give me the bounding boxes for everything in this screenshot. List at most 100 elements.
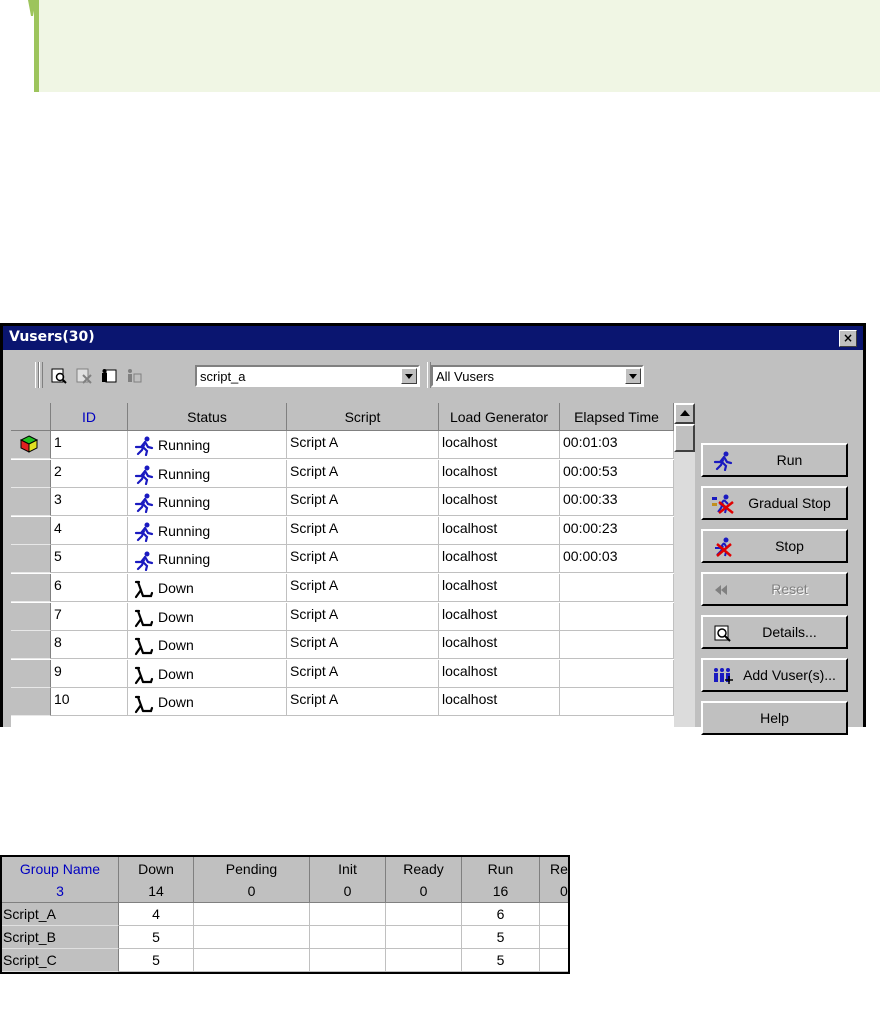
cell-status[interactable]: Down (128, 659, 287, 688)
row-selector[interactable] (11, 516, 51, 545)
group-name-cell[interactable]: Script_A (2, 903, 119, 926)
row-selector[interactable] (11, 459, 51, 488)
cell-load-generator[interactable]: localhost (439, 459, 560, 488)
groups-header-ready[interactable]: Ready 0 (386, 857, 462, 903)
toolbar-grip[interactable] (39, 362, 43, 388)
gradual-stop-button[interactable]: Gradual Stop (701, 486, 848, 520)
cell-load-generator[interactable]: localhost (439, 516, 560, 545)
group-init-cell[interactable] (310, 926, 386, 949)
window-titlebar[interactable]: Vusers(30) × (3, 326, 863, 350)
groups-header-name[interactable]: Group Name 3 (2, 857, 119, 903)
cell-status[interactable]: Down (128, 688, 287, 717)
group-rendezvous-cell[interactable] (540, 903, 568, 926)
details-button[interactable]: Details... (701, 615, 848, 649)
cell-status[interactable]: Running (128, 459, 287, 488)
table-row[interactable]: Script_A 4 6 (2, 903, 568, 926)
group-pending-cell[interactable] (194, 926, 310, 949)
column-header-status[interactable]: Status (128, 403, 287, 431)
table-row[interactable]: 2 Running Script Alocalhost 00:00:53 (11, 459, 674, 488)
filter-icon[interactable] (125, 367, 143, 385)
group-init-cell[interactable] (310, 972, 386, 974)
cell-status[interactable]: Running (128, 488, 287, 517)
column-header-elapsed-time[interactable]: Elapsed Time (560, 403, 674, 431)
cell-status[interactable]: Down (128, 574, 287, 602)
cell-script[interactable]: Script A (287, 688, 439, 717)
help-button[interactable]: Help (701, 701, 848, 735)
group-down-cell[interactable]: 5 (119, 926, 194, 949)
cell-load-generator[interactable]: localhost (439, 688, 560, 717)
row-selector[interactable] (11, 688, 51, 717)
row-selector[interactable] (11, 545, 51, 574)
cell-script[interactable]: Script A (287, 516, 439, 545)
row-selector[interactable] (11, 488, 51, 517)
vuser-filter-dropdown[interactable]: All Vusers (431, 365, 644, 387)
table-row[interactable]: 8 Down Script Alocalhost (11, 631, 674, 660)
table-row[interactable]: Script_B 5 5 (2, 926, 568, 949)
group-ready-cell[interactable] (386, 926, 462, 949)
table-row[interactable]: Script_C 5 5 (2, 949, 568, 972)
table-row[interactable]: 9 Down Script Alocalhost (11, 659, 674, 688)
cell-id[interactable]: 3 (51, 488, 128, 517)
cell-id[interactable]: 5 (51, 545, 128, 574)
add-vusers-button[interactable]: Add Vuser(s)... (701, 658, 848, 692)
group-pending-cell[interactable] (194, 972, 310, 974)
group-down-cell[interactable] (119, 972, 194, 974)
group-rendezvous-cell[interactable] (540, 926, 568, 949)
cell-elapsed-time[interactable]: 00:01:03 (560, 431, 674, 459)
row-selector[interactable] (11, 659, 51, 688)
cell-status[interactable]: Running (128, 431, 287, 459)
stop-button[interactable]: Stop (701, 529, 848, 563)
cell-script[interactable]: Script A (287, 631, 439, 660)
cell-load-generator[interactable]: localhost (439, 574, 560, 602)
column-header-script[interactable]: Script (287, 403, 439, 431)
cell-script[interactable]: Script A (287, 574, 439, 602)
cell-script[interactable]: Script A (287, 488, 439, 517)
vertical-scrollbar[interactable] (674, 403, 695, 727)
group-pending-cell[interactable] (194, 903, 310, 926)
scroll-up-icon[interactable] (674, 403, 695, 424)
group-name-cell[interactable]: Script_B (2, 926, 119, 949)
group-run-cell[interactable] (462, 972, 540, 974)
group-ready-cell[interactable] (386, 972, 462, 974)
table-row[interactable]: 10 Down Script Alocalhost (11, 688, 674, 717)
cell-id[interactable]: 10 (51, 688, 128, 717)
groups-header-run[interactable]: Run 16 (462, 857, 540, 903)
group-ready-cell[interactable] (386, 903, 462, 926)
group-init-cell[interactable] (310, 949, 386, 972)
group-down-cell[interactable]: 5 (119, 949, 194, 972)
table-row[interactable]: 1 Running Script Alocalhost 00:01:03 (11, 431, 674, 459)
group-run-cell[interactable]: 5 (462, 926, 540, 949)
group-init-cell[interactable] (310, 903, 386, 926)
cell-script[interactable]: Script A (287, 459, 439, 488)
table-row[interactable]: 5 Running Script Alocalhost 00:00:03 (11, 545, 674, 574)
close-icon[interactable]: × (839, 330, 857, 347)
column-header-id[interactable]: ID (51, 403, 128, 431)
run-button[interactable]: Run (701, 443, 848, 477)
cell-elapsed-time[interactable] (560, 574, 674, 602)
cell-id[interactable]: 8 (51, 631, 128, 660)
cell-elapsed-time[interactable] (560, 659, 674, 688)
table-row[interactable]: 6 Down Script Alocalhost (11, 574, 674, 602)
row-selector[interactable] (11, 431, 51, 459)
cell-status[interactable]: Down (128, 631, 287, 660)
groups-header-rendezvous[interactable]: Rende 0 (540, 857, 568, 903)
view-details-icon[interactable] (50, 367, 68, 385)
cell-id[interactable]: 4 (51, 516, 128, 545)
cell-elapsed-time[interactable] (560, 631, 674, 660)
chevron-down-icon[interactable] (401, 368, 417, 384)
table-row[interactable]: 7 Down Script Alocalhost (11, 602, 674, 631)
cell-script[interactable]: Script A (287, 431, 439, 459)
cell-elapsed-time[interactable] (560, 602, 674, 631)
group-name-cell[interactable] (2, 972, 119, 974)
cell-id[interactable]: 6 (51, 574, 128, 602)
groups-header-pending[interactable]: Pending 0 (194, 857, 310, 903)
scroll-thumb[interactable] (674, 424, 695, 452)
cell-load-generator[interactable]: localhost (439, 545, 560, 574)
table-row[interactable] (2, 972, 570, 974)
cell-elapsed-time[interactable]: 00:00:03 (560, 545, 674, 574)
groups-header-down[interactable]: Down 14 (119, 857, 194, 903)
cell-elapsed-time[interactable]: 00:00:23 (560, 516, 674, 545)
runtime-viewer-icon[interactable] (100, 367, 118, 385)
table-row[interactable]: 3 Running Script Alocalhost 00:00:33 (11, 488, 674, 517)
cell-id[interactable]: 9 (51, 659, 128, 688)
